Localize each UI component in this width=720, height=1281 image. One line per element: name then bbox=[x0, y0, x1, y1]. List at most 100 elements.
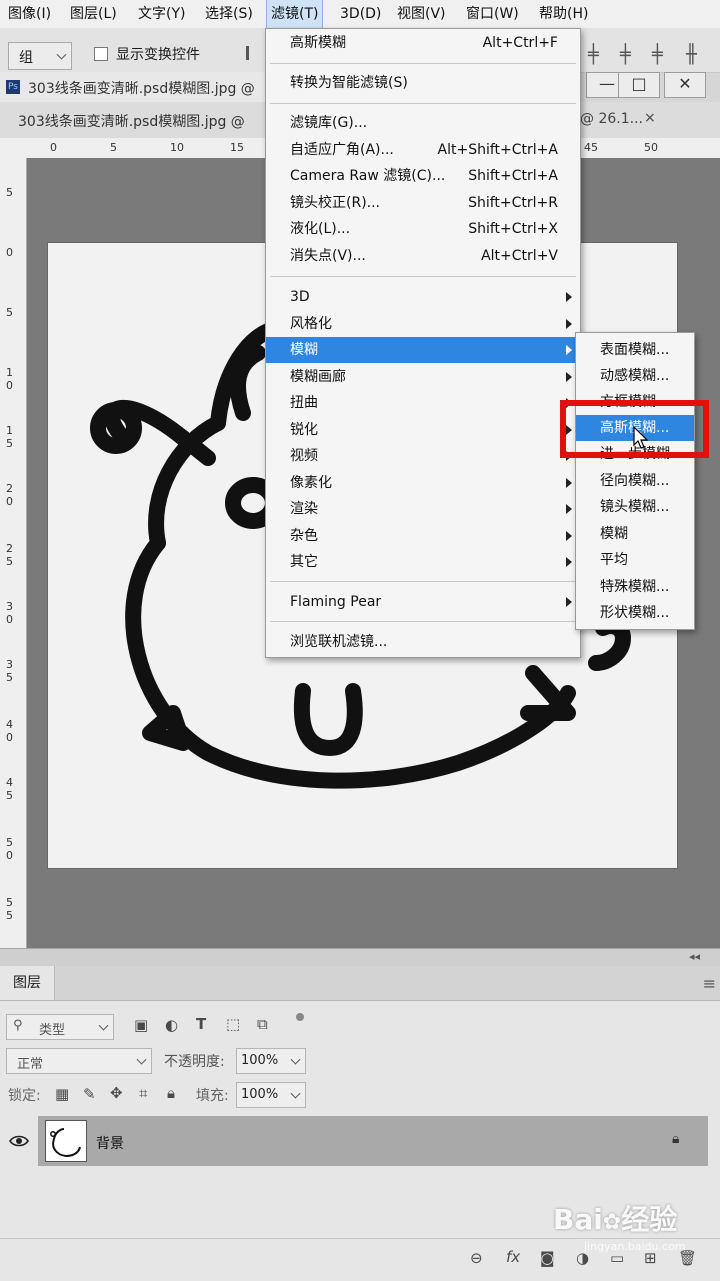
ruler-label: 1 5 bbox=[6, 424, 13, 450]
lock-transparent-icon[interactable]: ▦ bbox=[55, 1085, 69, 1103]
lock-all-icon[interactable]: 🔒︎ bbox=[167, 1084, 175, 1102]
distribute-left-icon[interactable]: ╫ bbox=[686, 44, 697, 65]
menu-item-flaming-pear[interactable]: Flaming Pear bbox=[266, 589, 580, 615]
menu-item-liquify[interactable]: 液化(L)... Shift+Ctrl+X bbox=[266, 216, 580, 242]
chevron-down-icon bbox=[290, 1054, 301, 1065]
ruler-label: 5 bbox=[6, 306, 13, 319]
menu-item-3d[interactable]: 3D bbox=[266, 284, 580, 310]
menu-separator bbox=[270, 621, 576, 622]
smart-object-filter-icon[interactable]: ⧉ bbox=[257, 1015, 268, 1033]
layer-mask-icon[interactable]: ◙ bbox=[540, 1249, 555, 1267]
menu-item-filter-gallery[interactable]: 滤镜库(G)... bbox=[266, 110, 580, 136]
menu-item-blur-gallery[interactable]: 模糊画廊 bbox=[266, 364, 580, 390]
menu-item-noise[interactable]: 杂色 bbox=[266, 523, 580, 549]
menu-item-sharpen[interactable]: 锐化 bbox=[266, 417, 580, 443]
auto-select-dropdown[interactable]: 组 bbox=[8, 42, 72, 70]
submenu-item-lens-blur[interactable]: 镜头模糊... bbox=[576, 494, 694, 520]
menu-item-distort[interactable]: 扭曲 bbox=[266, 390, 580, 416]
panel-menu-icon[interactable]: ≡ bbox=[703, 974, 716, 993]
submenu-item-shape-blur[interactable]: 形状模糊... bbox=[576, 600, 694, 626]
menu-help[interactable]: 帮助(H) bbox=[535, 0, 592, 28]
layer-name[interactable]: 背景 bbox=[96, 1133, 124, 1153]
layer-thumbnail[interactable] bbox=[45, 1120, 87, 1162]
menu-window[interactable]: 窗口(W) bbox=[462, 0, 523, 28]
tab-close-icon[interactable]: × bbox=[644, 110, 656, 126]
text-filter-icon[interactable]: T bbox=[196, 1015, 206, 1033]
menu-type[interactable]: 文字(Y) bbox=[134, 0, 189, 28]
menu-item-label: 自适应广角(A)... bbox=[290, 142, 394, 158]
visibility-toggle[interactable] bbox=[0, 1116, 38, 1166]
filter-menu: 高斯模糊 Alt+Ctrl+F 转换为智能滤镜(S) 滤镜库(G)... 自适应广… bbox=[265, 28, 581, 658]
menu-3d[interactable]: 3D(D) bbox=[336, 0, 385, 28]
menu-image[interactable]: 图像(I) bbox=[4, 0, 55, 28]
menu-item-camera-raw[interactable]: Camera Raw 滤镜(C)... Shift+Ctrl+A bbox=[266, 163, 580, 189]
menu-item-other[interactable]: 其它 bbox=[266, 549, 580, 575]
auto-select-value: 组 bbox=[19, 50, 33, 66]
shape-filter-icon[interactable]: ⬚ bbox=[226, 1015, 240, 1033]
distribute-icon[interactable]: ╪ bbox=[588, 44, 599, 65]
adjustment-filter-icon[interactable]: ◐ bbox=[165, 1016, 178, 1034]
ruler-label: 50 bbox=[644, 141, 658, 154]
menu-item-label: 像素化 bbox=[290, 475, 332, 491]
layer-filter-dropdown[interactable]: ⚲ 类型 bbox=[6, 1014, 114, 1040]
submenu-arrow-icon bbox=[566, 478, 572, 488]
submenu-item-radial-blur[interactable]: 径向模糊... bbox=[576, 468, 694, 494]
menu-item-convert-smart[interactable]: 转换为智能滤镜(S) bbox=[266, 70, 580, 96]
collapse-icon[interactable]: ◂◂ bbox=[689, 950, 700, 963]
panel-collapse-bar[interactable]: ◂◂ bbox=[0, 948, 720, 967]
menu-item-lens-correction[interactable]: 镜头校正(R)... Shift+Ctrl+R bbox=[266, 190, 580, 216]
lock-position-icon[interactable]: ✥ bbox=[110, 1084, 123, 1102]
lock-paint-icon[interactable]: ✎ bbox=[83, 1085, 96, 1103]
link-layers-icon[interactable]: ⊖ bbox=[470, 1249, 483, 1267]
watermark-subtext: jingyan.baidu.com bbox=[584, 1240, 686, 1253]
menu-item-shortcut: Alt+Ctrl+F bbox=[482, 35, 558, 51]
menu-layer[interactable]: 图层(L) bbox=[66, 0, 121, 28]
menu-item-label: 模糊 bbox=[600, 526, 628, 542]
menu-item-label: 视频 bbox=[290, 448, 318, 464]
fx-icon[interactable]: fx bbox=[506, 1248, 520, 1266]
menu-item-last-filter[interactable]: 高斯模糊 Alt+Ctrl+F bbox=[266, 30, 580, 56]
blend-mode-dropdown[interactable]: 正常 bbox=[6, 1048, 152, 1074]
ruler-label: 10 bbox=[170, 141, 184, 154]
ruler-label: 5 0 bbox=[6, 836, 13, 862]
submenu-item-smart-blur[interactable]: 特殊模糊... bbox=[576, 574, 694, 600]
menu-item-label: Camera Raw 滤镜(C)... bbox=[290, 168, 446, 184]
align-top-icon[interactable] bbox=[246, 46, 267, 60]
image-filter-icon[interactable]: ▣ bbox=[134, 1016, 148, 1034]
fill-label: 填充: bbox=[196, 1088, 229, 1104]
opacity-value: 100% bbox=[241, 1053, 279, 1068]
menu-item-video[interactable]: 视频 bbox=[266, 443, 580, 469]
lock-artboard-icon[interactable]: ⌗ bbox=[139, 1084, 147, 1102]
submenu-item-blur[interactable]: 模糊 bbox=[576, 521, 694, 547]
submenu-item-average[interactable]: 平均 bbox=[576, 547, 694, 573]
distribute-bottom-icon[interactable]: ╪ bbox=[652, 44, 663, 65]
menu-item-vanishing-point[interactable]: 消失点(V)... Alt+Ctrl+V bbox=[266, 243, 580, 269]
layer-row[interactable] bbox=[38, 1116, 708, 1166]
submenu-arrow-icon bbox=[566, 531, 572, 541]
menu-item-adaptive-wide-angle[interactable]: 自适应广角(A)... Alt+Shift+Ctrl+A bbox=[266, 137, 580, 163]
show-transform-checkbox[interactable] bbox=[94, 47, 108, 61]
distribute-center-icon[interactable]: ╪ bbox=[620, 44, 631, 65]
menu-select[interactable]: 选择(S) bbox=[201, 0, 257, 28]
close-window-button[interactable]: ✕ bbox=[664, 72, 706, 98]
menu-item-browse-online[interactable]: 浏览联机滤镜... bbox=[266, 629, 580, 655]
menu-view[interactable]: 视图(V) bbox=[393, 0, 450, 28]
submenu-item-motion-blur[interactable]: 动感模糊... bbox=[576, 363, 694, 389]
menu-item-blur[interactable]: 模糊 bbox=[266, 337, 580, 363]
ruler-label: 4 5 bbox=[6, 776, 13, 802]
menu-item-label: 滤镜库(G)... bbox=[290, 115, 368, 131]
document-tab-title[interactable]: 303线条画变清晰.psd模糊图.jpg @ bbox=[18, 111, 245, 131]
menu-item-pixelate[interactable]: 像素化 bbox=[266, 470, 580, 496]
document-tab-right[interactable]: @ 26.1... bbox=[580, 111, 643, 127]
opacity-field[interactable]: 100% bbox=[236, 1048, 306, 1074]
tab-layers[interactable]: 图层 bbox=[0, 966, 55, 1000]
filter-toggle-icon[interactable] bbox=[296, 1013, 304, 1021]
menu-item-stylize[interactable]: 风格化 bbox=[266, 311, 580, 337]
fill-field[interactable]: 100% bbox=[236, 1082, 306, 1108]
ruler-label: 45 bbox=[584, 141, 598, 154]
menu-item-render[interactable]: 渲染 bbox=[266, 496, 580, 522]
submenu-item-surface-blur[interactable]: 表面模糊... bbox=[576, 337, 694, 363]
document-tab-floating[interactable]: Ps 303线条画变清晰.psd模糊图.jpg @ bbox=[0, 72, 265, 102]
maximize-button[interactable]: □ bbox=[618, 72, 660, 98]
menu-filter[interactable]: 滤镜(T) bbox=[265, 0, 324, 29]
